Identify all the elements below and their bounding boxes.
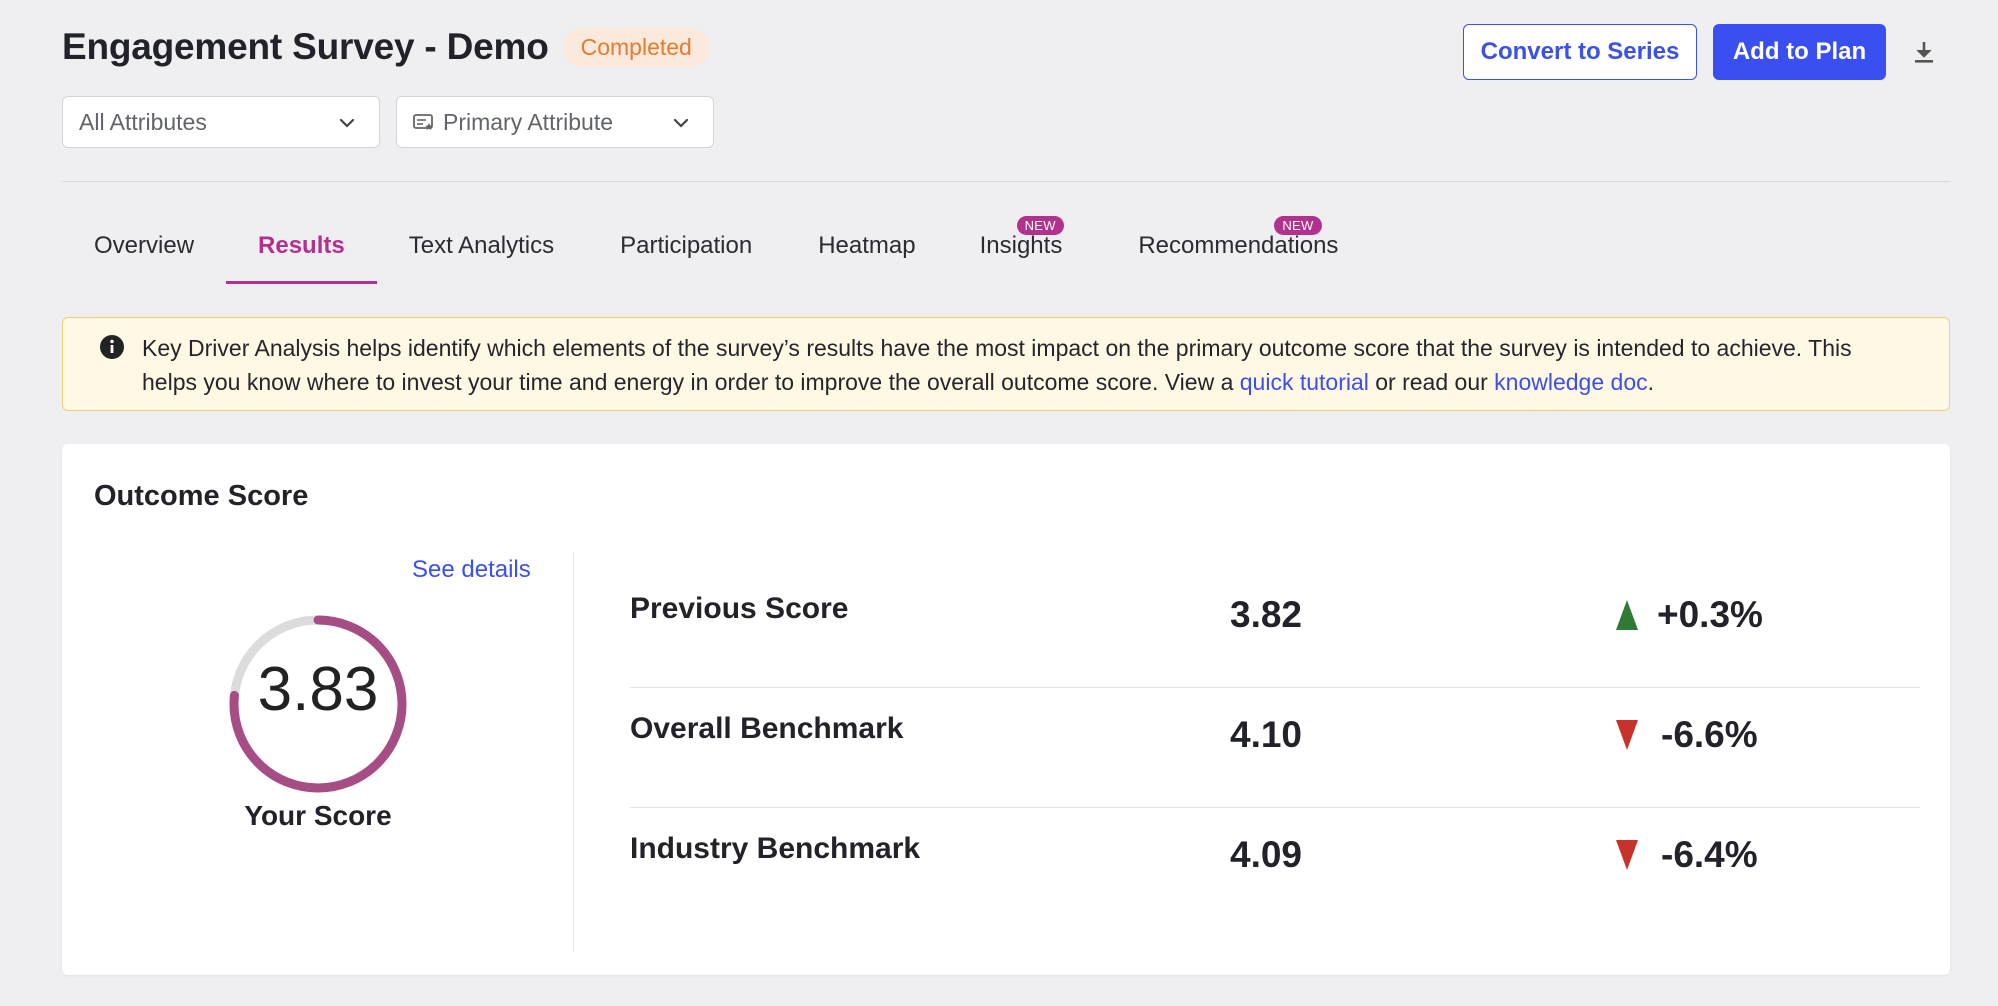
tab-text-analytics[interactable]: Text Analytics	[377, 212, 586, 284]
tab-label: Heatmap	[818, 232, 916, 259]
info-icon	[99, 334, 125, 369]
tab-insights[interactable]: Insights NEW	[948, 212, 1095, 284]
see-details-link[interactable]: See details	[412, 556, 531, 584]
primary-attribute-dropdown[interactable]: Primary Attribute	[396, 96, 714, 148]
page-title: Engagement Survey - Demo	[62, 26, 549, 67]
info-text-end: .	[1647, 369, 1655, 395]
row-value: 4.09	[1230, 834, 1303, 875]
tab-label: Recommendations	[1138, 232, 1339, 259]
info-banner: Key Driver Analysis helps identify which…	[62, 317, 1950, 411]
filter-bar: All Attributes Primary Attribute	[62, 96, 714, 148]
info-text-mid: or read our	[1368, 369, 1495, 395]
new-badge: NEW	[1016, 216, 1064, 235]
tab-bar: Overview Results Text Analytics Particip…	[62, 212, 1370, 284]
triangle-down-icon	[1616, 840, 1638, 870]
comparison-row: Previous Score 3.82 +0.3%	[630, 552, 1920, 672]
row-change-value: -6.6%	[1661, 714, 1758, 755]
attributes-dropdown-value: All Attributes	[79, 108, 207, 135]
tab-overview[interactable]: Overview	[62, 212, 226, 284]
row-change-value: -6.4%	[1661, 834, 1758, 875]
tab-label: Text Analytics	[408, 232, 555, 259]
vertical-divider	[573, 552, 574, 952]
tab-label: Participation	[620, 232, 753, 259]
row-change-value: +0.3%	[1657, 594, 1763, 635]
tab-label: Results	[258, 232, 345, 259]
chevron-down-icon	[337, 112, 357, 139]
status-badge: Completed	[562, 27, 710, 67]
score-value: 3.83	[257, 655, 379, 724]
outcome-score-card: Outcome Score See details 3.83 Your Scor…	[62, 444, 1950, 975]
tab-heatmap[interactable]: Heatmap	[784, 212, 947, 284]
row-change: -6.6%	[1615, 714, 1758, 756]
triangle-up-icon	[1616, 600, 1638, 630]
id-card-icon	[413, 113, 435, 131]
tab-label: Insights	[979, 232, 1063, 259]
attributes-dropdown[interactable]: All Attributes	[62, 96, 380, 148]
quick-tutorial-link[interactable]: quick tutorial	[1240, 369, 1369, 395]
row-change: +0.3%	[1615, 594, 1763, 636]
knowledge-doc-link[interactable]: knowledge doc	[1494, 369, 1647, 395]
header-actions: Convert to Series Add to Plan	[1463, 24, 1946, 80]
tab-participation[interactable]: Participation	[586, 212, 784, 284]
primary-attribute-value: Primary Attribute	[443, 108, 613, 135]
tab-label: Overview	[94, 232, 195, 259]
chevron-down-icon	[671, 112, 691, 139]
tab-results[interactable]: Results	[226, 212, 377, 284]
download-icon[interactable]	[1902, 30, 1946, 74]
add-to-plan-button[interactable]: Add to Plan	[1713, 24, 1886, 80]
page-header: Engagement Survey - Demo Completed	[62, 26, 710, 68]
triangle-down-icon	[1616, 720, 1638, 750]
card-title: Outcome Score	[94, 480, 309, 512]
new-badge: NEW	[1274, 216, 1322, 235]
row-label: Industry Benchmark	[630, 832, 921, 865]
comparison-row: Industry Benchmark 4.09 -6.4%	[630, 792, 1920, 912]
row-label: Overall Benchmark	[630, 712, 904, 745]
tab-recommendations[interactable]: Recommendations NEW	[1094, 212, 1370, 284]
comparison-row: Overall Benchmark 4.10 -6.6%	[630, 672, 1920, 792]
score-label: Your Score	[244, 800, 392, 831]
header-divider	[62, 181, 1950, 182]
row-label: Previous Score	[630, 592, 849, 625]
row-value: 4.10	[1230, 714, 1303, 755]
convert-to-series-button[interactable]: Convert to Series	[1463, 24, 1697, 80]
row-value: 3.82	[1230, 594, 1303, 635]
row-change: -6.4%	[1615, 834, 1758, 876]
